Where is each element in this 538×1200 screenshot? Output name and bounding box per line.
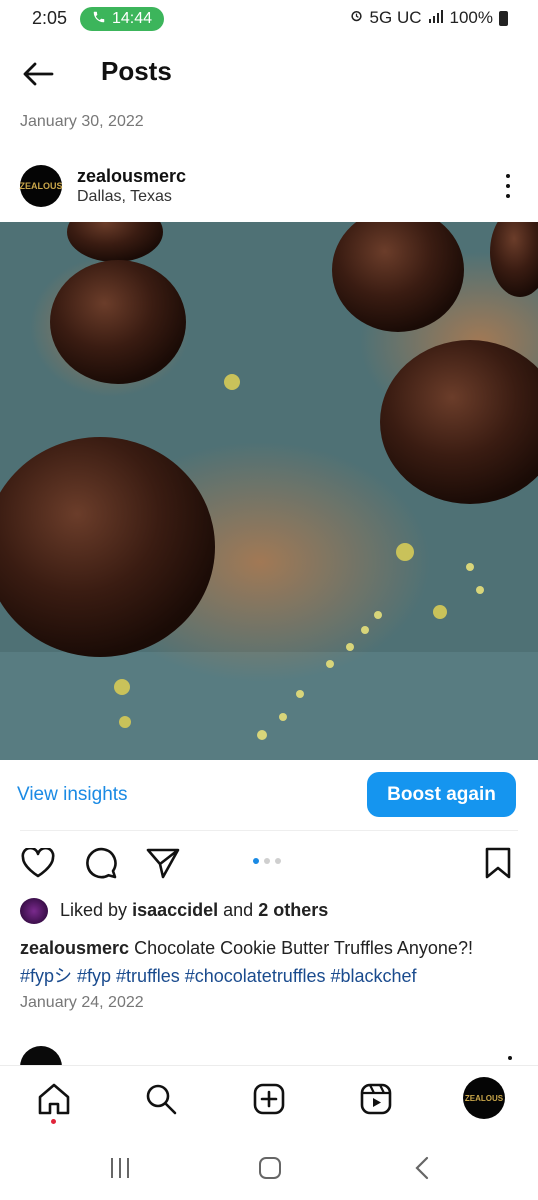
carousel-dot bbox=[253, 858, 259, 864]
carousel-dot bbox=[275, 858, 281, 864]
liked-prefix: Liked by bbox=[60, 900, 128, 920]
more-dot bbox=[506, 174, 510, 178]
status-indicators: 5G UC 100% bbox=[349, 8, 508, 28]
next-post-more-icon[interactable] bbox=[508, 1056, 512, 1060]
home-outline-icon bbox=[259, 1157, 281, 1179]
save-button[interactable] bbox=[480, 845, 516, 881]
share-button[interactable] bbox=[145, 845, 181, 881]
heart-icon bbox=[21, 848, 55, 878]
nav-search-button[interactable] bbox=[141, 1079, 181, 1119]
like-button[interactable] bbox=[20, 845, 56, 881]
alarm-icon bbox=[349, 8, 364, 28]
nav-profile-avatar[interactable]: ZEALOUS bbox=[463, 1077, 505, 1119]
boost-again-button[interactable]: Boost again bbox=[367, 772, 516, 817]
post-photo[interactable] bbox=[0, 222, 538, 760]
comment-button[interactable] bbox=[83, 845, 119, 881]
truffles-image bbox=[0, 222, 538, 760]
signal-icon bbox=[428, 8, 444, 28]
network-label: 5G UC bbox=[369, 8, 422, 27]
caption-text: Chocolate Cookie Butter Truffles Anyone?… bbox=[134, 938, 473, 958]
more-dot bbox=[506, 184, 510, 188]
post-date: January 24, 2022 bbox=[20, 994, 144, 1011]
nav-create-button[interactable] bbox=[249, 1079, 289, 1119]
home-icon bbox=[38, 1083, 70, 1115]
system-home-button[interactable] bbox=[252, 1150, 288, 1186]
divider bbox=[20, 830, 518, 831]
system-back-button[interactable] bbox=[404, 1150, 440, 1186]
arrow-left-icon bbox=[23, 62, 54, 86]
comment-icon bbox=[86, 847, 117, 879]
liked-and: and bbox=[223, 900, 254, 920]
more-options-button[interactable] bbox=[498, 170, 518, 202]
recent-apps-button[interactable] bbox=[102, 1150, 138, 1186]
liked-by-text[interactable]: Liked by isaaccidel and 2 others bbox=[60, 900, 328, 921]
more-dot bbox=[506, 194, 510, 198]
call-duration: 14:44 bbox=[111, 10, 153, 27]
post-location[interactable]: Dallas, Texas bbox=[77, 188, 172, 206]
post-author-avatar[interactable]: ZEALOUS bbox=[20, 165, 63, 207]
ongoing-call-pill[interactable]: 14:44 bbox=[80, 7, 164, 31]
liker-avatar[interactable] bbox=[20, 898, 48, 924]
post-caption: zealousmerc Chocolate Cookie Butter Truf… bbox=[20, 934, 520, 990]
liked-others[interactable]: 2 others bbox=[258, 900, 328, 920]
section-date: January 30, 2022 bbox=[20, 113, 144, 130]
chevron-left-icon bbox=[415, 1156, 429, 1180]
carousel-dot bbox=[264, 858, 270, 864]
caption-hashtags[interactable]: #fypシ #fyp #truffles #chocolatetruffles … bbox=[20, 966, 417, 986]
page-title: Posts bbox=[101, 56, 172, 86]
bookmark-icon bbox=[485, 847, 511, 879]
recent-apps-icon bbox=[111, 1158, 129, 1178]
create-icon bbox=[253, 1083, 285, 1115]
nav-home-button[interactable] bbox=[34, 1079, 74, 1119]
caption-username[interactable]: zealousmerc bbox=[20, 938, 129, 958]
carousel-indicator bbox=[253, 858, 281, 864]
battery-percent: 100% bbox=[449, 8, 493, 27]
liked-user[interactable]: isaaccidel bbox=[132, 900, 218, 920]
back-button[interactable] bbox=[18, 54, 58, 94]
home-notification-dot bbox=[51, 1119, 56, 1124]
phone-icon bbox=[92, 10, 106, 29]
nav-reels-button[interactable] bbox=[356, 1079, 396, 1119]
status-time: 2:05 bbox=[32, 8, 68, 28]
send-icon bbox=[146, 848, 180, 879]
view-insights-link[interactable]: View insights bbox=[17, 784, 128, 806]
post-username[interactable]: zealousmerc bbox=[77, 166, 186, 187]
search-icon bbox=[146, 1084, 177, 1115]
reels-icon bbox=[360, 1083, 392, 1115]
battery-icon bbox=[499, 10, 508, 26]
